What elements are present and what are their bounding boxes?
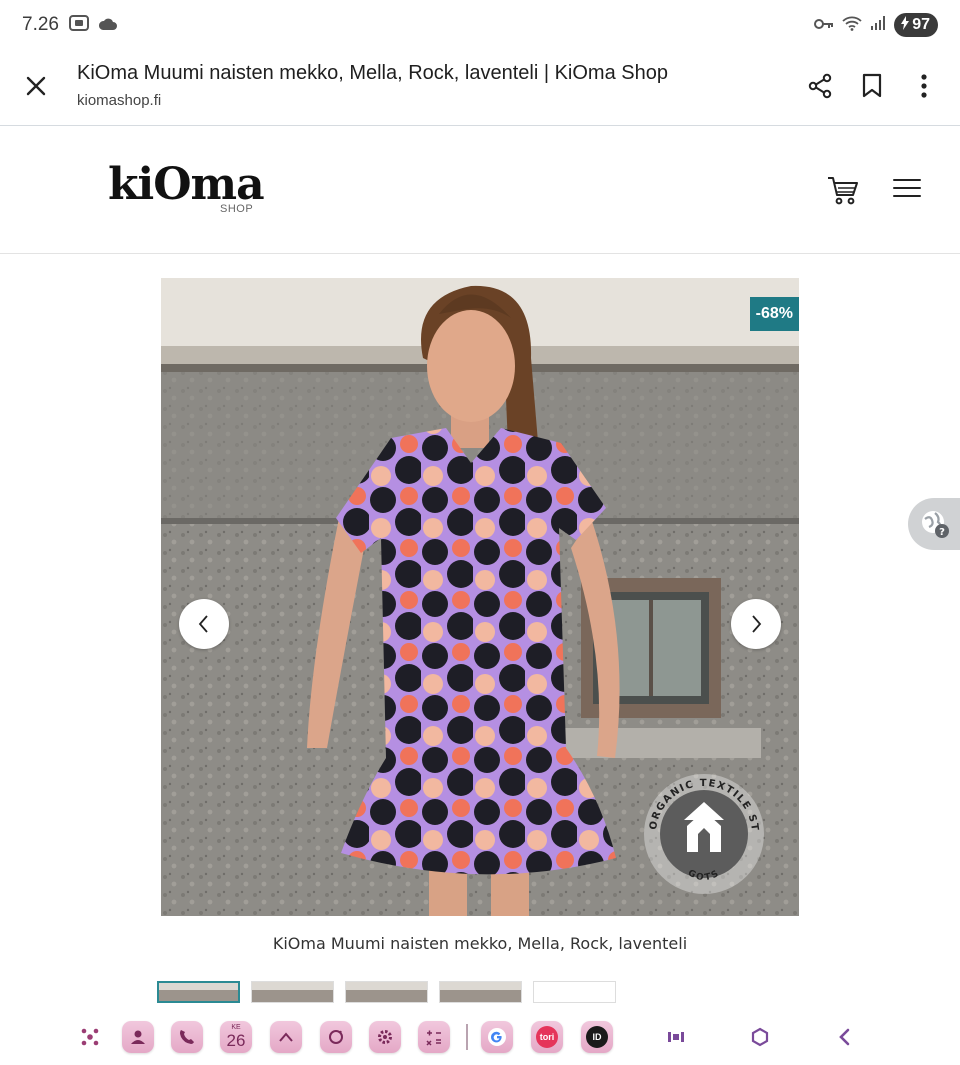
id-icon: ID	[586, 1026, 608, 1048]
recents-icon	[668, 1032, 684, 1042]
browser-toolbar: KiOma Muumi naisten mekko, Mella, Rock, …	[0, 50, 960, 126]
more-options-button[interactable]	[908, 68, 940, 104]
back-button[interactable]	[832, 1024, 858, 1050]
menu-icon-line	[893, 195, 921, 197]
close-tab-button[interactable]	[20, 70, 52, 102]
logo-subtext: SHOP	[220, 203, 254, 215]
back-icon	[839, 1028, 850, 1046]
chevron-right-icon	[752, 615, 762, 633]
battery-level: 97	[912, 16, 930, 33]
home-button[interactable]	[747, 1024, 773, 1050]
recents-button[interactable]	[663, 1024, 689, 1050]
charging-icon	[900, 15, 910, 35]
page-title: KiOma Muumi naisten mekko, Mella, Rock, …	[77, 62, 668, 84]
gots-logo-icon: GLOBAL ORGANIC TEXTILE STANDARD GOTS	[637, 764, 764, 894]
page-url: kiomashop.fi	[77, 92, 162, 109]
settings-icon	[378, 1030, 392, 1044]
site-header: kiOma SHOP	[0, 127, 960, 254]
carousel-prev-button[interactable]	[179, 599, 229, 649]
discount-badge: -68%	[749, 297, 799, 331]
status-bar: 7.26 97	[0, 0, 960, 50]
vpn-key-icon	[814, 16, 834, 35]
camera-icon	[329, 1030, 343, 1044]
menu-icon	[893, 179, 921, 181]
hat-app[interactable]	[270, 1021, 302, 1053]
camera-app[interactable]	[320, 1021, 352, 1053]
android-nav-bar: KE 26 tori ID	[0, 1008, 960, 1065]
dock-separator	[466, 1024, 468, 1050]
menu-icon-line	[893, 187, 921, 189]
thumbnail-3[interactable]	[345, 981, 428, 1003]
phone-app[interactable]	[171, 1021, 203, 1053]
calendar-app[interactable]: KE 26	[220, 1021, 252, 1053]
bookmark-icon	[862, 73, 882, 98]
carousel-next-button[interactable]	[731, 599, 781, 649]
kioma-logo[interactable]: kiOma SHOP	[108, 159, 265, 215]
screenshot-icon	[68, 14, 89, 36]
settings-app[interactable]	[369, 1021, 401, 1053]
hat-icon	[279, 1032, 293, 1042]
chevron-left-icon	[198, 615, 208, 633]
google-icon	[488, 1028, 506, 1046]
svg-text:?: ?	[939, 527, 945, 538]
contacts-app[interactable]	[122, 1021, 154, 1053]
calculator-icon	[426, 1030, 441, 1046]
calculator-app[interactable]	[418, 1021, 450, 1053]
share-button[interactable]	[804, 68, 836, 104]
translate-bubble[interactable]: ?	[908, 498, 960, 550]
share-icon	[808, 73, 832, 99]
apps-icon	[81, 1028, 99, 1046]
id-app[interactable]: ID	[581, 1021, 613, 1053]
wifi-icon	[842, 15, 862, 35]
thumbnail-1[interactable]	[157, 981, 240, 1003]
thumbnail-5[interactable]	[533, 981, 616, 1003]
phone-icon	[180, 1030, 194, 1044]
bookmark-button[interactable]	[856, 68, 888, 104]
tori-app[interactable]: tori	[531, 1021, 563, 1053]
product-caption: KiOma Muumi naisten mekko, Mella, Rock, …	[272, 934, 688, 953]
thumbnail-4[interactable]	[439, 981, 522, 1003]
thumbnail-strip	[157, 981, 616, 1003]
google-app[interactable]	[481, 1021, 513, 1053]
cloud-icon	[98, 16, 117, 35]
gots-certification-badge: GLOBAL ORGANIC TEXTILE STANDARD GOTS	[637, 764, 766, 896]
tori-icon: tori	[536, 1026, 558, 1048]
cart-icon	[828, 177, 858, 205]
calendar-day: 26	[226, 1031, 246, 1050]
cart-button[interactable]	[826, 174, 860, 206]
product-image-carousel[interactable]: -68% GLOBAL ORGANIC TEXTILE STANDARD GOT…	[161, 278, 799, 916]
close-icon	[26, 76, 46, 96]
thumbnail-2[interactable]	[251, 981, 334, 1003]
signal-icon	[870, 15, 886, 35]
translate-globe-icon: ?	[922, 511, 949, 538]
app-drawer-button[interactable]	[77, 1024, 103, 1050]
contacts-icon	[131, 1030, 145, 1044]
home-icon	[751, 1027, 769, 1047]
menu-button[interactable]	[893, 176, 921, 200]
battery-indicator: 97	[894, 13, 938, 37]
status-time: 7.26	[22, 14, 59, 35]
more-vert-icon	[921, 74, 927, 98]
